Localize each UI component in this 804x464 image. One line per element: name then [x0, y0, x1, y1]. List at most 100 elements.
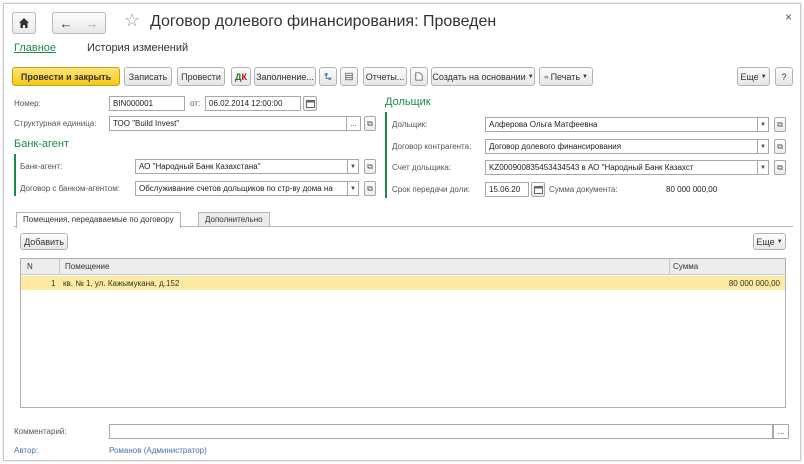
create-based-on-button[interactable]: Создать на основании ▼ [431, 67, 535, 86]
document-icon [415, 72, 423, 81]
account-dropdown[interactable]: ▼ [758, 160, 769, 175]
unit-label: Структурная единица: [14, 119, 97, 128]
document-sum-label: Сумма документа: [549, 185, 618, 194]
date-field[interactable]: 06.02.2014 12:00:00 [205, 96, 301, 111]
dropdown-arrow-icon: ▼ [350, 163, 356, 170]
bank-contract-open-button[interactable]: ⧉ [364, 181, 376, 196]
counterparty-contract-label: Договор контрагента: [392, 142, 472, 151]
comment-edit-button[interactable]: ... [773, 424, 789, 439]
structure-icon [324, 73, 332, 80]
bank-agent-open-button[interactable]: ⧉ [364, 159, 376, 174]
calendar-button[interactable] [303, 96, 317, 111]
shareholder-section-title: Дольщик [385, 96, 431, 108]
shareholder-label: Дольщик: [392, 120, 428, 129]
transfer-term-field[interactable]: 15.06.20 [485, 182, 529, 197]
table-header: N Помещение Сумма [21, 259, 785, 275]
bank-contract-dropdown[interactable]: ▼ [348, 181, 359, 196]
calendar-icon [305, 99, 315, 108]
home-button[interactable] [12, 12, 36, 34]
row-premises: кв. № 1, ул. Кажымукана, д.152 [63, 279, 180, 288]
column-n[interactable]: N [27, 262, 33, 271]
comment-field[interactable] [109, 424, 773, 439]
attach-button[interactable] [410, 67, 428, 86]
dropdown-arrow-icon: ▼ [527, 73, 534, 80]
page-title: Договор долевого финансирования: Проведе… [150, 13, 497, 30]
bank-agent-label: Банк-агент: [20, 162, 63, 171]
tab-history[interactable]: История изменений [87, 42, 188, 54]
tab-premises[interactable]: Помещения, передаваемые по договору [16, 212, 181, 228]
tab-additional[interactable]: Дополнительно [198, 212, 270, 227]
structure-button[interactable] [319, 67, 337, 86]
dt-kt-icon: ДК [235, 71, 247, 82]
add-button[interactable]: Добавить [20, 233, 68, 250]
star-icon[interactable]: ☆ [124, 10, 140, 31]
save-button[interactable]: Записать [124, 67, 172, 86]
open-form-icon: ⧉ [777, 141, 783, 151]
counterparty-contract-open-button[interactable]: ⧉ [774, 139, 786, 154]
open-form-icon: ⧉ [367, 118, 373, 128]
counterparty-contract-dropdown[interactable]: ▼ [758, 139, 769, 154]
number-field[interactable]: BIN000001 [109, 96, 185, 111]
calendar-icon [533, 185, 543, 194]
bank-agent-field[interactable]: АО "Народный Банк Казахстана" [135, 159, 348, 174]
bank-agent-group-bar [14, 154, 16, 196]
fill-button[interactable]: Заполнение... [254, 67, 316, 86]
account-label: Счет дольщика: [392, 163, 452, 172]
more-button[interactable]: Еще ▼ [737, 67, 770, 86]
tab-main[interactable]: Главное [14, 42, 56, 54]
open-form-icon: ⧉ [367, 183, 373, 193]
dropdown-arrow-icon: ▼ [350, 185, 356, 192]
table-more-button[interactable]: Еще ▼ [753, 233, 786, 250]
bank-contract-label: Договор с банком-агентом: [20, 184, 120, 193]
document-window: ← → ☆ Договор долевого финансирования: П… [3, 3, 801, 461]
author-label: Автор: [14, 446, 39, 455]
author-link[interactable]: Романов (Администратор) [109, 446, 207, 455]
bank-agent-dropdown[interactable]: ▼ [348, 159, 359, 174]
bank-contract-field[interactable]: Обслуживание счетов дольщиков по стр-ву … [135, 181, 348, 196]
print-button[interactable]: Печать ▼ [539, 67, 593, 86]
home-icon [19, 18, 29, 28]
dropdown-arrow-icon: ▼ [582, 73, 588, 80]
history-nav: ← → [52, 12, 106, 34]
dropdown-arrow-icon: ▼ [760, 121, 766, 128]
row-sum: 80 000 000,00 [728, 279, 780, 288]
transfer-calendar-button[interactable] [531, 182, 545, 197]
column-sum[interactable]: Сумма [673, 262, 698, 271]
close-icon[interactable]: × [785, 10, 792, 24]
shareholder-field[interactable]: Алферова Ольга Матфеевна [485, 117, 758, 132]
open-form-icon: ⧉ [777, 162, 783, 172]
number-label: Номер: [14, 99, 41, 108]
ellipsis-icon: ... [350, 119, 357, 128]
open-button[interactable]: ⧉ [364, 116, 376, 131]
dropdown-arrow-icon: ▼ [760, 164, 766, 171]
comment-label: Комментарий: [14, 427, 67, 436]
dropdown-arrow-icon: ▼ [776, 238, 783, 245]
transfer-term-label: Срок передачи доли: [392, 185, 471, 194]
open-form-icon: ⧉ [367, 161, 373, 171]
account-open-button[interactable]: ⧉ [774, 160, 786, 175]
dt-kt-button[interactable]: ДК [231, 67, 251, 86]
row-number: 1 [51, 279, 56, 288]
ellipsis-icon: ... [777, 427, 785, 436]
shareholder-open-button[interactable]: ⧉ [774, 117, 786, 132]
account-field[interactable]: KZ000900835453434543 в АО "Народный Банк… [485, 160, 758, 175]
open-form-icon: ⧉ [777, 119, 783, 129]
forward-arrow-icon[interactable]: → [86, 16, 99, 31]
select-button[interactable]: ... [347, 116, 361, 131]
post-and-close-button[interactable]: Провести и закрыть [12, 67, 120, 86]
counterparty-contract-field[interactable]: Договор долевого финансирования [485, 139, 758, 154]
post-button[interactable]: Провести [177, 67, 225, 86]
unit-field[interactable]: ТОО "Build Invest" [109, 116, 347, 131]
help-button[interactable]: ? [775, 67, 793, 86]
table-row[interactable]: 1 кв. № 1, ул. Кажымукана, д.152 80 000 … [21, 276, 785, 290]
journal-button[interactable] [340, 67, 358, 86]
reports-button[interactable]: Отчеты... [363, 67, 407, 86]
column-premises[interactable]: Помещение [65, 262, 109, 271]
back-arrow-icon[interactable]: ← [60, 16, 73, 31]
dropdown-arrow-icon: ▼ [760, 73, 767, 80]
shareholder-dropdown[interactable]: ▼ [758, 117, 769, 132]
date-label: от: [190, 99, 201, 108]
journal-icon [345, 72, 353, 81]
shareholder-group-bar [385, 112, 387, 198]
premises-table[interactable]: N Помещение Сумма 1 кв. № 1, ул. Кажымук… [20, 258, 786, 408]
